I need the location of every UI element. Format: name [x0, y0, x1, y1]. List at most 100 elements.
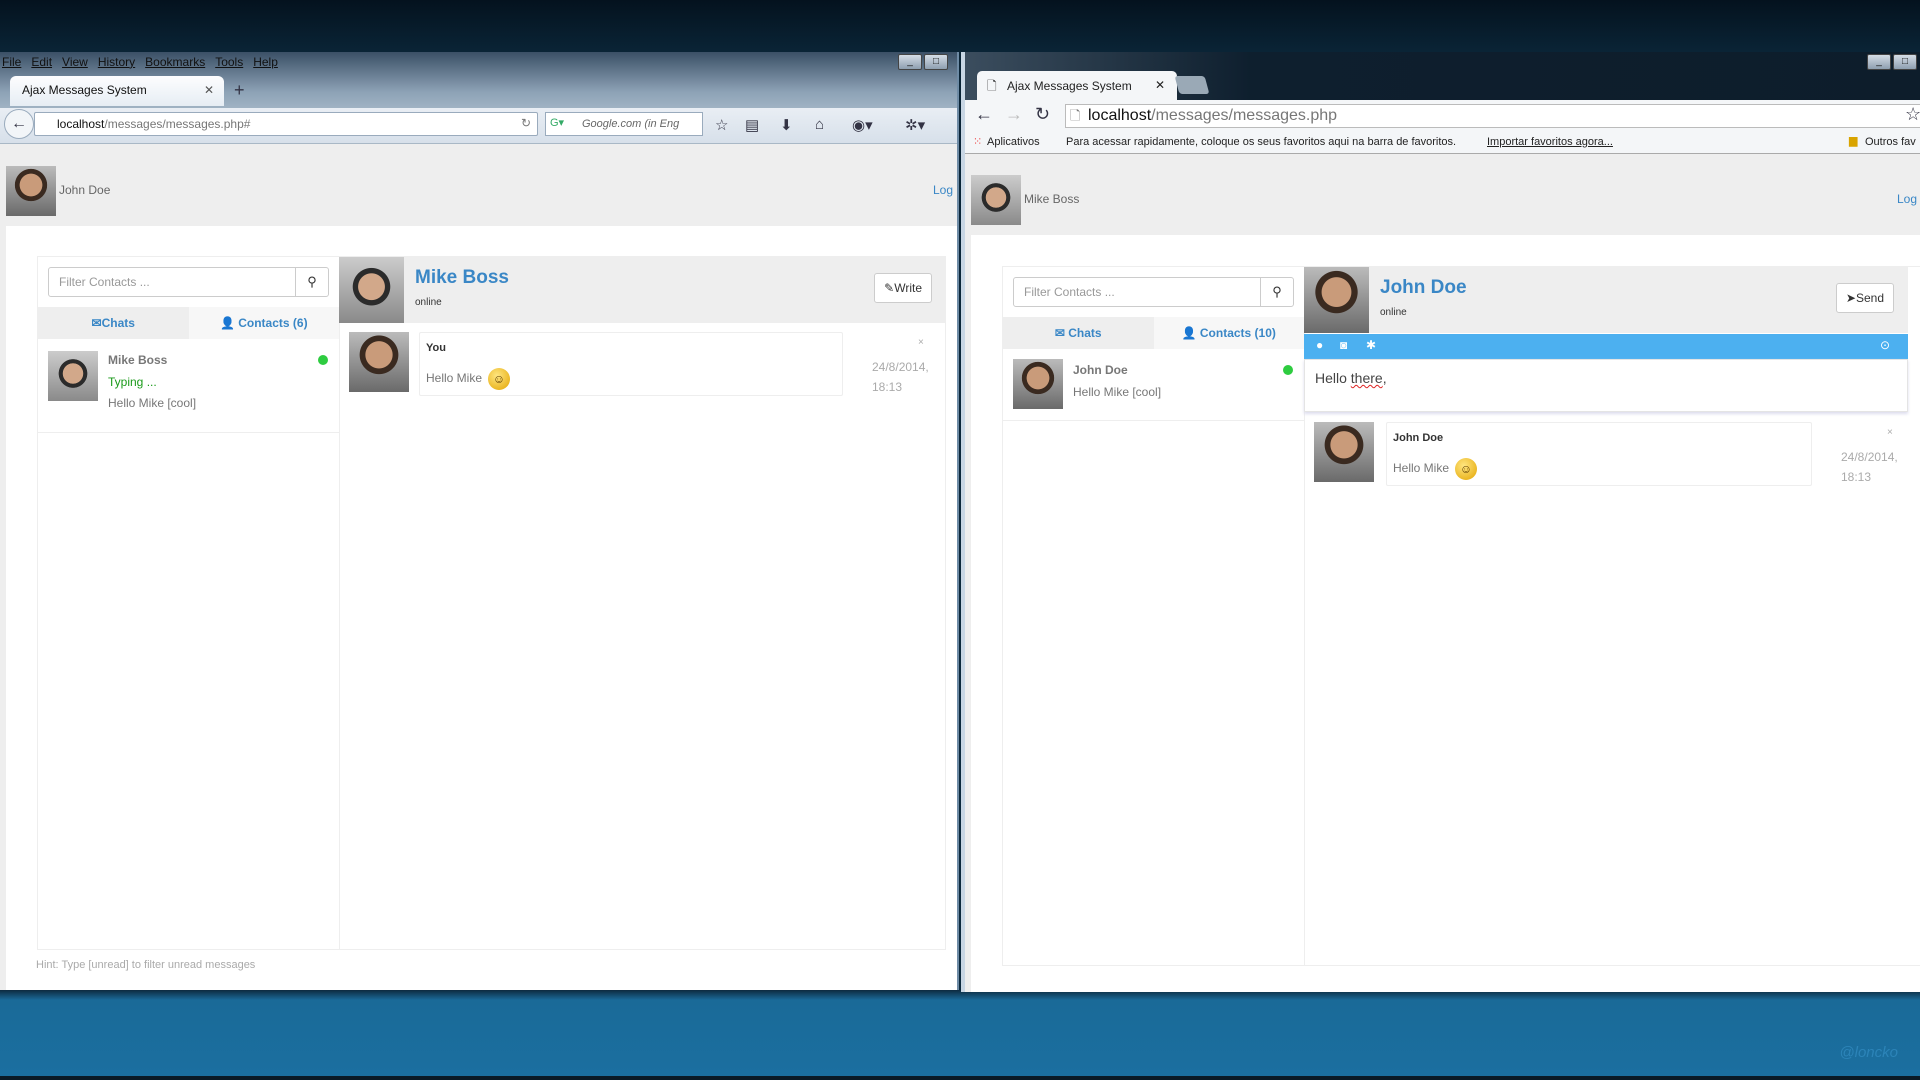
user-name: Mike Boss [1024, 192, 1080, 206]
column-divider [339, 257, 340, 949]
menu-history[interactable]: History [98, 55, 135, 69]
minimize-button[interactable]: _ [1867, 54, 1891, 70]
firefox-chrome: File Edit View History Bookmarks Tools H… [0, 52, 957, 144]
reload-icon[interactable]: ↻ [1035, 104, 1050, 125]
new-tab-button[interactable]: + [234, 80, 245, 101]
close-tab-icon[interactable]: ✕ [204, 83, 214, 97]
chat-header: Mike Boss online ✎Write [339, 257, 946, 323]
reload-icon[interactable]: ↻ [521, 116, 531, 130]
contact-item[interactable]: Mike Boss Typing ... Hello Mike [cool] [38, 339, 339, 433]
search-icon[interactable]: ⚲ [1260, 278, 1293, 306]
message-bubble: John Doe Hello Mike ☺ [1386, 422, 1812, 486]
message-text: Hello Mike ☺ [426, 368, 511, 390]
filter-contacts-input[interactable]: Filter Contacts ... ⚲ [1013, 277, 1294, 307]
addon-icon[interactable]: ◉▾ [852, 116, 873, 134]
asterisk-icon[interactable]: ✱ [1366, 338, 1376, 352]
message-bubble: You Hello Mike ☺ [419, 332, 843, 396]
camera-icon[interactable]: ◙ [1340, 338, 1347, 352]
close-tab-icon[interactable]: ✕ [1155, 78, 1165, 92]
back-arrow-icon[interactable]: ← [975, 104, 993, 125]
import-bookmarks-link[interactable]: Importar favoritos agora... [1487, 136, 1613, 148]
envelope-icon: ✉ [91, 316, 102, 330]
search-icon[interactable]: ⚲ [295, 268, 328, 296]
filter-contacts-input[interactable]: Filter Contacts ... ⚲ [48, 267, 329, 297]
message-text: Hello Mike ☺ [1393, 458, 1478, 480]
filter-placeholder: Filter Contacts ... [1024, 285, 1115, 299]
tab-chats[interactable]: ✉ Chats [1003, 317, 1154, 349]
logout-link[interactable]: Log [1897, 192, 1917, 206]
maximize-button[interactable]: □ [924, 54, 948, 70]
url-host: localhost [57, 117, 105, 131]
url-path: /messages/messages.php [1151, 107, 1338, 124]
maximize-button[interactable]: □ [1893, 54, 1917, 70]
thumbs-up-smiley-icon: ☺ [1455, 458, 1478, 480]
search-box[interactable]: Google.com (in Eng G▾ [545, 112, 703, 136]
extension-icon[interactable]: ✲▾ [905, 116, 925, 134]
menu-tools[interactable]: Tools [215, 55, 243, 69]
browser-tab[interactable]: 🗋 Ajax Messages System ✕ [977, 71, 1177, 101]
upload-icon[interactable]: ⊙ [1880, 338, 1890, 352]
contact-avatar [1013, 359, 1063, 409]
new-tab-button[interactable] [1174, 76, 1210, 94]
delete-message-button[interactable]: × [918, 337, 924, 348]
message-timestamp: 24/8/2014, 18:13 [1841, 447, 1898, 487]
contact-last-message: Hello Mike [cool] [1073, 385, 1162, 399]
tab-contacts[interactable]: 👤 Contacts (6) [188, 307, 339, 339]
chat-contact-name[interactable]: Mike Boss [415, 267, 509, 289]
tab-chats[interactable]: ✉Chats [38, 307, 189, 339]
write-label: Write [894, 281, 922, 295]
home-icon[interactable]: ⌂ [815, 116, 824, 133]
google-icon[interactable]: G▾ [550, 116, 564, 129]
minimize-button[interactable]: _ [898, 54, 922, 70]
online-status-dot [318, 355, 328, 365]
message-text-value: Hello Mike [1393, 461, 1450, 476]
url-bar[interactable]: localhost/messages/messages.php# ↻ [34, 112, 538, 136]
menu-bookmarks[interactable]: Bookmarks [145, 55, 205, 69]
logout-link[interactable]: Log [933, 183, 953, 197]
bookmark-star-icon[interactable]: ☆ [1905, 104, 1920, 125]
chat-status: online [1380, 307, 1407, 318]
menu-edit[interactable]: Edit [31, 55, 52, 69]
tab-contacts-label: Contacts (6) [238, 316, 308, 330]
delete-message-button[interactable]: × [1887, 427, 1893, 438]
compose-text: Hello [1315, 370, 1351, 386]
chat-status: online [415, 297, 442, 308]
contact-item[interactable]: John Doe Hello Mike [cool] [1003, 349, 1304, 421]
bookmarks-list-icon[interactable]: ▤ [745, 116, 759, 134]
tab-contacts[interactable]: 👤 Contacts (10) [1153, 317, 1304, 349]
browser-tab[interactable]: Ajax Messages System ✕ [10, 76, 224, 106]
contact-last-message: Hello Mike [cool] [108, 396, 197, 410]
user-avatar [6, 166, 56, 216]
send-button[interactable]: ➤Send [1835, 283, 1894, 313]
contact-name: John Doe [1073, 363, 1128, 377]
apps-link[interactable]: Aplicativos [987, 136, 1040, 148]
chat-avatar [1304, 267, 1369, 333]
chat-contact-name[interactable]: John Doe [1380, 277, 1467, 299]
filter-hint: Hint: Type [unread] to filter unread mes… [36, 959, 256, 971]
firefox-window: File Edit View History Bookmarks Tools H… [0, 52, 959, 990]
messages-box: Filter Contacts ... ⚲ ✉Chats 👤 Contacts (… [37, 256, 946, 950]
user-icon: 👤 [1181, 326, 1200, 340]
message-avatar [1314, 422, 1374, 482]
send-icon: ➤ [1845, 291, 1856, 305]
location-pin-icon[interactable]: ● [1316, 338, 1323, 352]
forward-arrow-icon[interactable]: → [1005, 104, 1023, 125]
compose-textarea[interactable]: Hello there, [1304, 359, 1908, 412]
typing-indicator: Typing ... [108, 375, 157, 389]
url-bar[interactable]: localhost/messages/messages.php 🗋 [1065, 104, 1920, 128]
tab-title: Ajax Messages System [1007, 79, 1132, 93]
other-bookmarks[interactable]: Outros fav [1865, 136, 1916, 148]
write-button[interactable]: ✎Write [874, 273, 932, 303]
menu-help[interactable]: Help [253, 55, 278, 69]
tab-chats-label: Chats [101, 316, 135, 330]
page-icon: 🗋 [987, 79, 997, 93]
bookmarks-hint: Para acessar rapidamente, coloque os seu… [1066, 136, 1457, 148]
compose-tail: , [1382, 370, 1387, 386]
online-status-dot [1283, 365, 1293, 375]
menu-file[interactable]: File [2, 55, 21, 69]
bookmark-star-icon[interactable]: ☆ [715, 116, 728, 134]
download-icon[interactable]: ⬇ [780, 116, 793, 134]
menu-view[interactable]: View [62, 55, 88, 69]
tab-chats-label: Chats [1068, 326, 1102, 340]
back-arrow-icon[interactable]: ← [4, 109, 34, 139]
